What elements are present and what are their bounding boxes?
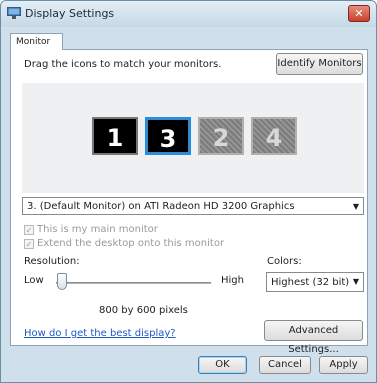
tab-monitor[interactable]: Monitor bbox=[10, 33, 63, 50]
instructions-text: Drag the icons to match your monitors. bbox=[24, 59, 222, 70]
main-monitor-checkbox[interactable]: ✓ This is my main monitor bbox=[24, 224, 158, 235]
resolution-high-label: High bbox=[221, 275, 244, 286]
display-settings-icon bbox=[7, 7, 21, 19]
close-icon: ✕ bbox=[354, 7, 364, 20]
help-link[interactable]: How do I get the best display? bbox=[24, 328, 176, 339]
resolution-slider-track[interactable] bbox=[56, 282, 211, 284]
title-bar[interactable]: Display Settings ✕ bbox=[1, 1, 376, 27]
resolution-slider-thumb[interactable] bbox=[57, 273, 67, 290]
monitor-1-icon[interactable]: 1 bbox=[92, 117, 138, 155]
extend-desktop-checkbox[interactable]: ✓ Extend the desktop onto this monitor bbox=[24, 238, 224, 249]
apply-button[interactable]: Apply bbox=[319, 356, 368, 374]
monitor-3-icon[interactable]: 3 bbox=[145, 117, 191, 155]
resolution-value: 800 by 600 pixels bbox=[99, 305, 188, 316]
monitor-select-value: 3. (Default Monitor) on ATI Radeon HD 32… bbox=[27, 201, 295, 212]
identify-monitors-button[interactable]: Identify Monitors bbox=[276, 53, 363, 75]
colors-label: Colors: bbox=[267, 256, 302, 267]
monitor-2-icon[interactable]: 2 bbox=[198, 117, 244, 155]
chevron-down-icon: ▼ bbox=[352, 277, 359, 286]
checkbox-check-icon: ✓ bbox=[24, 239, 34, 249]
close-button[interactable]: ✕ bbox=[348, 5, 370, 22]
monitor-arrangement-area: 1 3 2 4 bbox=[22, 83, 364, 193]
resolution-label: Resolution: bbox=[24, 256, 80, 267]
monitor-4-icon[interactable]: 4 bbox=[251, 117, 297, 155]
checkbox-check-icon: ✓ bbox=[24, 225, 34, 235]
window-title: Display Settings bbox=[25, 7, 115, 20]
advanced-settings-button[interactable]: Advanced Settings... bbox=[264, 320, 363, 355]
cancel-button[interactable]: Cancel bbox=[259, 356, 311, 374]
monitor-select[interactable]: 3. (Default Monitor) on ATI Radeon HD 32… bbox=[22, 197, 364, 215]
chevron-down-icon: ▼ bbox=[352, 202, 359, 211]
colors-select-value: Highest (32 bit) bbox=[271, 277, 350, 288]
resolution-low-label: Low bbox=[24, 275, 44, 286]
main-monitor-label: This is my main monitor bbox=[37, 224, 158, 235]
display-settings-window: Display Settings ✕ Monitor Drag the icon… bbox=[0, 0, 377, 383]
ok-button[interactable]: OK bbox=[198, 356, 247, 374]
colors-select[interactable]: Highest (32 bit) ▼ bbox=[266, 272, 364, 292]
extend-desktop-label: Extend the desktop onto this monitor bbox=[37, 238, 225, 249]
